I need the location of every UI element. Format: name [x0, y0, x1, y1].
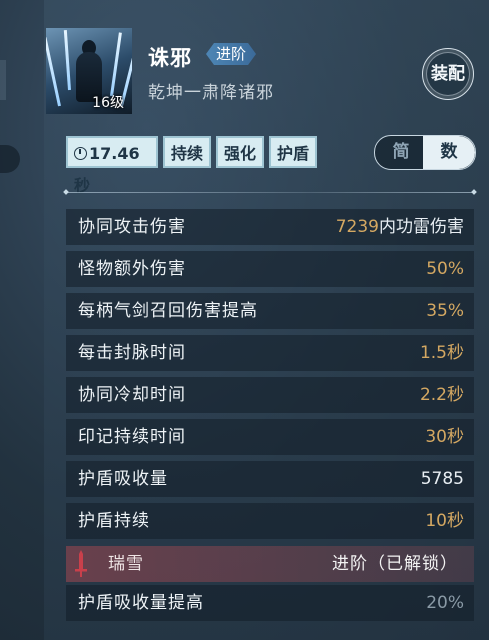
stat-row: 每击封脉时间 1.5秒 [66, 335, 474, 371]
stat-label: 每击封脉时间 [78, 343, 186, 363]
cooldown-tag: 17.46秒 [66, 136, 158, 195]
sword-decoration [110, 32, 122, 97]
clock-icon [74, 147, 87, 160]
toggle-simple[interactable]: 简 [375, 136, 427, 169]
stat-number: 7239 [335, 217, 379, 237]
tag-shield: 护盾 [269, 136, 317, 168]
sword-decoration [63, 30, 71, 91]
stat-value: 7239内功雷伤害 [336, 209, 464, 245]
stat-row: 协同冷却时间 2.2秒 [66, 377, 474, 413]
stat-label: 护盾吸收量提高 [78, 593, 204, 613]
toggle-detail[interactable]: 数 [423, 136, 475, 169]
stat-row: 印记持续时间 30秒 [66, 419, 474, 455]
stat-value: 1.5秒 [419, 343, 464, 363]
stat-row: 护盾吸收量提高 20% [66, 585, 474, 621]
skill-subtitle: 乾坤一肃降诸邪 [148, 83, 274, 103]
tag-enhance: 强化 [216, 136, 264, 168]
stat-label: 护盾吸收量 [78, 469, 168, 489]
stat-label: 印记持续时间 [78, 427, 186, 447]
equip-button[interactable]: 装配 [422, 48, 474, 100]
stat-row: 护盾持续 10秒 [66, 503, 474, 539]
skill-portrait: 16级 [46, 28, 132, 114]
stat-label: 护盾持续 [78, 511, 150, 531]
tag-duration: 持续 [163, 136, 211, 168]
skill-level: 16级 [92, 95, 124, 111]
stat-value: 50% [426, 259, 464, 279]
stat-value: 2.2秒 [419, 385, 464, 405]
stat-label: 每柄气剑召回伤害提高 [78, 301, 258, 321]
section-divider [66, 192, 474, 193]
advance-name: 瑞雪 [108, 554, 144, 574]
advance-status: 进阶（已解锁） [332, 554, 458, 574]
sword-decoration [46, 37, 61, 107]
skill-name: 诛邪 [148, 46, 192, 70]
stat-row: 协同攻击伤害 7239内功雷伤害 [66, 209, 474, 245]
stat-row: 护盾吸收量 5785 [66, 461, 474, 497]
sword-icon [75, 550, 87, 577]
stat-value: 10秒 [425, 511, 464, 531]
stat-row: 怪物额外伤害 50% [66, 251, 474, 287]
left-edge-decoration [0, 60, 6, 100]
stat-label: 协同冷却时间 [78, 385, 186, 405]
stat-label: 协同攻击伤害 [78, 217, 186, 237]
stat-value: 20% [426, 593, 464, 613]
stat-suffix: 内功雷伤害 [379, 217, 464, 237]
stat-value: 5785 [420, 469, 464, 489]
advance-unlock-row[interactable]: 瑞雪 进阶（已解锁） [66, 546, 474, 582]
advance-tag: 进阶 [206, 43, 256, 65]
stat-value: 30秒 [425, 427, 464, 447]
left-edge-handle [0, 145, 20, 173]
view-mode-toggle[interactable]: 简 数 [374, 135, 476, 170]
stat-value: 35% [426, 301, 464, 321]
stat-row: 每柄气剑召回伤害提高 35% [66, 293, 474, 329]
stat-label: 怪物额外伤害 [78, 259, 186, 279]
